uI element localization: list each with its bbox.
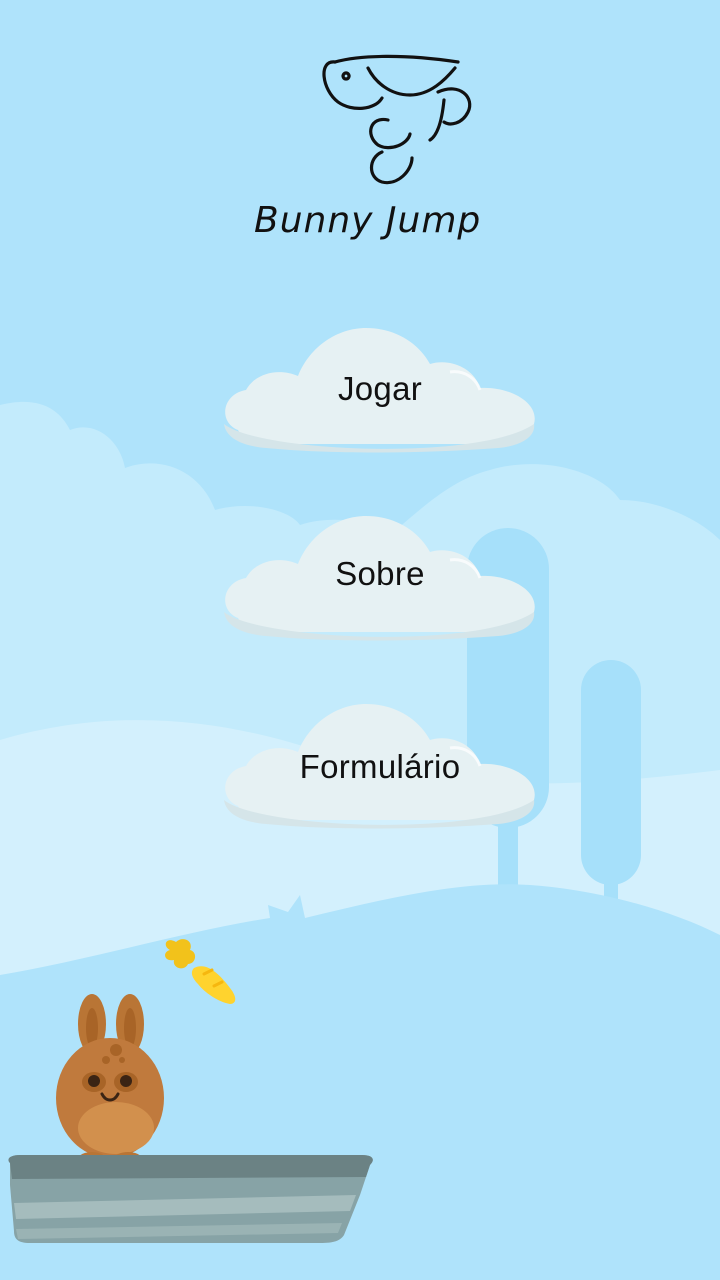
play-button[interactable]: Jogar: [218, 312, 542, 462]
about-button[interactable]: Sobre: [218, 500, 542, 650]
bunny-jump-logo: Bunny Jump: [254, 54, 481, 241]
logo-title: Bunny Jump: [254, 200, 481, 241]
play-button-label: Jogar: [337, 370, 423, 407]
about-button-label: Sobre: [335, 555, 425, 592]
ground-platform: [8, 1155, 373, 1243]
form-button[interactable]: Formulário: [218, 688, 542, 838]
form-button-label: Formulário: [299, 748, 461, 785]
bunny-icon: [56, 994, 164, 1164]
